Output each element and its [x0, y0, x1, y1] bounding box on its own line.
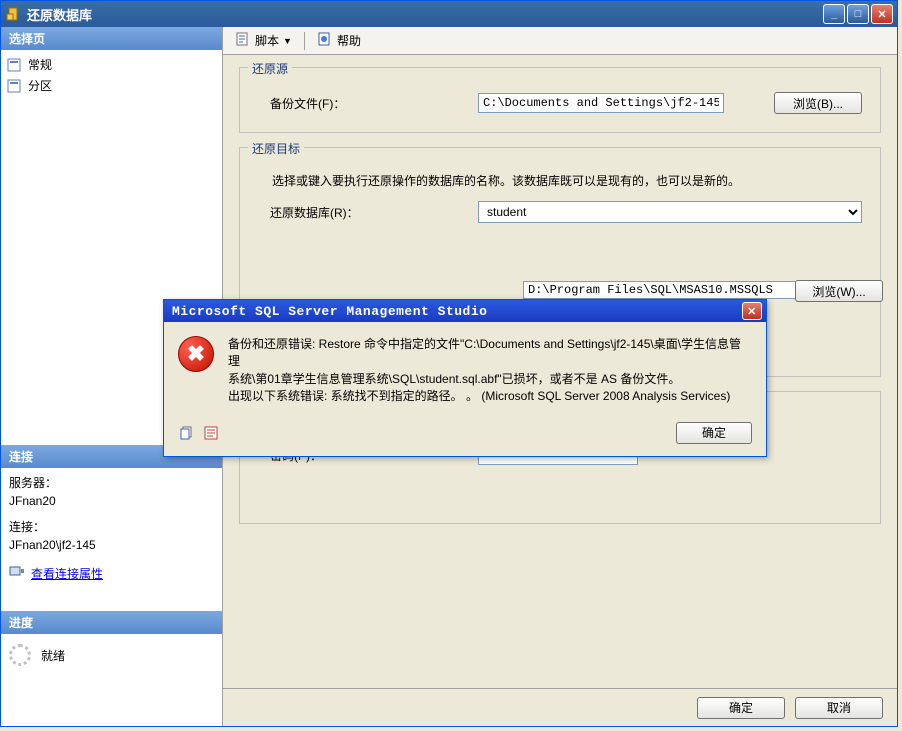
error-titlebar: Microsoft SQL Server Management Studio ✕	[164, 300, 766, 322]
toolbar: 脚本 ▼ 帮助	[223, 27, 897, 55]
cancel-button[interactable]: 取消	[795, 697, 883, 719]
error-dialog: Microsoft SQL Server Management Studio ✕…	[163, 299, 767, 457]
page-icon	[7, 79, 23, 93]
error-message: 备份和还原错误: Restore 命令中指定的文件"C:\Documents a…	[228, 336, 752, 406]
details-icon[interactable]	[202, 424, 220, 442]
error-title: Microsoft SQL Server Management Studio	[168, 304, 742, 319]
toolbar-separator	[304, 32, 305, 50]
connection-label: 连接：	[9, 518, 214, 536]
script-button[interactable]: 脚本 ▼	[231, 29, 296, 52]
view-connection-properties-link[interactable]: 查看连接属性	[31, 565, 103, 583]
close-button[interactable]: ✕	[871, 4, 893, 24]
window-title: 还原数据库	[27, 5, 823, 24]
browse-backup-button[interactable]: 浏览(B)...	[774, 92, 862, 114]
script-icon	[235, 31, 251, 50]
server-label: 服务器：	[9, 474, 214, 492]
error-icon: ✖	[178, 336, 214, 372]
restore-db-label: 还原数据库(R)：	[258, 204, 478, 221]
restore-source-legend: 还原源	[248, 60, 292, 77]
sidebar-item-label: 常规	[28, 56, 52, 73]
ok-button[interactable]: 确定	[697, 697, 785, 719]
progress-status: 就绪	[41, 647, 65, 664]
restore-db-select[interactable]: student	[478, 201, 862, 223]
sidebar-item-general[interactable]: 常规	[5, 54, 218, 75]
maximize-button[interactable]: □	[847, 4, 869, 24]
backup-file-input[interactable]	[478, 93, 724, 113]
minimize-button[interactable]: _	[823, 4, 845, 24]
restore-target-legend: 还原目标	[248, 140, 304, 157]
sidebar-header-progress: 进度	[1, 611, 222, 634]
page-icon	[7, 58, 23, 72]
sidebar-item-partition[interactable]: 分区	[5, 75, 218, 96]
main-window: 还原数据库 _ □ ✕ 选择页 常规 分区 连接 服务器：	[0, 0, 898, 727]
titlebar: 还原数据库 _ □ ✕	[1, 1, 897, 27]
sidebar-progress: 就绪	[1, 634, 222, 676]
restore-source-group: 还原源 备份文件(F)： 浏览(B)...	[239, 67, 881, 133]
dialog-footer: 确定 取消	[223, 688, 897, 726]
error-close-button[interactable]: ✕	[742, 302, 762, 320]
progress-spinner-icon	[9, 644, 31, 666]
app-icon	[5, 6, 21, 22]
sidebar-item-label: 分区	[28, 77, 52, 94]
sidebar-header-select: 选择页	[1, 27, 222, 50]
help-button[interactable]: 帮助	[313, 29, 365, 52]
window-buttons: _ □ ✕	[823, 4, 893, 24]
server-value: JFnan20	[9, 492, 214, 510]
help-icon	[317, 31, 333, 50]
sidebar-connection: 服务器： JFnan20 连接： JFnan20\jf2-145 查看连接属性	[1, 468, 222, 589]
error-ok-button[interactable]: 确定	[676, 422, 752, 444]
copy-icon[interactable]	[178, 424, 196, 442]
sidebar-select-page: 常规 分区	[1, 50, 222, 100]
chevron-down-icon: ▼	[283, 36, 292, 46]
connection-value: JFnan20\jf2-145	[9, 536, 214, 554]
browse-location-button[interactable]: 浏览(W)...	[795, 280, 883, 302]
connection-icon	[9, 564, 25, 583]
backup-file-label: 备份文件(F)：	[258, 95, 478, 112]
restore-target-hint: 选择或键入要执行还原操作的数据库的名称。该数据库既可以是现有的，也可以是新的。	[272, 172, 862, 189]
